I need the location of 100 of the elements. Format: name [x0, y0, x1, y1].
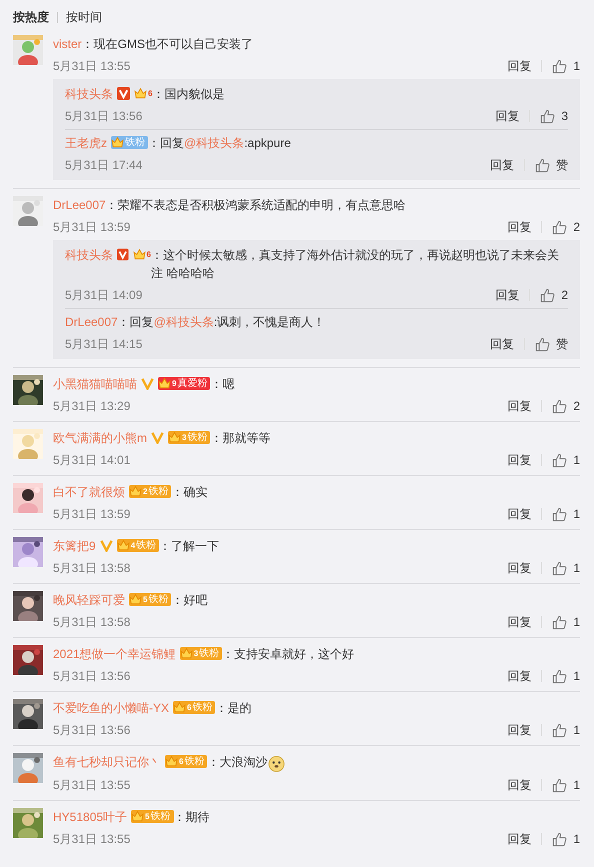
comment-text: ：回复@科技头条:apkpure [148, 135, 291, 152]
like-button[interactable]: 1 [552, 452, 580, 468]
crown-icon [111, 136, 124, 149]
like-button[interactable]: 赞 [535, 336, 568, 352]
level-number: 5 [143, 595, 148, 604]
thumbs-up-icon [552, 452, 568, 468]
comment-time: 5月31日 13:55 [53, 830, 130, 848]
comment-text: ：支持安卓就好，这个好 [222, 646, 354, 663]
thumbs-up-icon [552, 58, 568, 74]
reply-button[interactable]: 回复 [507, 614, 532, 630]
crown-icon [168, 431, 181, 444]
like-button[interactable]: 赞 [535, 156, 568, 174]
comment-time: 5月31日 14:01 [53, 452, 130, 468]
comment-time: 5月31日 13:59 [53, 218, 130, 236]
badge-label: 铁粉 [150, 810, 170, 822]
like-button[interactable]: 1 [552, 614, 580, 630]
crown-icon [158, 377, 171, 390]
like-button[interactable]: 2 [552, 220, 580, 234]
comment-text: ：回复@科技头条:讽刺，不愧是商人！ [118, 314, 326, 331]
comment-text: ：荣耀不表态是否积极鸿蒙系统适配的申明，有点意思哈 [106, 197, 406, 214]
level-number: 2 [143, 487, 148, 496]
sort-tab[interactable]: 按时间 [66, 9, 102, 26]
like-button[interactable]: 2 [540, 288, 568, 302]
badge-label: 铁粉 [148, 594, 168, 606]
comment-time: 5月31日 14:15 [65, 336, 142, 352]
comment-time: 5月31日 13:58 [53, 560, 130, 576]
thumbs-up-icon [535, 336, 550, 352]
comment-time: 5月31日 13:55 [53, 58, 130, 74]
reply-button[interactable]: 回复 [507, 776, 532, 794]
thumbs-up-icon [552, 722, 568, 738]
crown-icon [129, 593, 142, 606]
crown-icon [131, 810, 144, 823]
like-button[interactable]: 1 [552, 560, 580, 576]
comment-time: 5月31日 13:58 [53, 614, 130, 630]
badge-label: 铁粉 [184, 756, 204, 768]
reply-button[interactable]: 回复 [495, 286, 520, 304]
comment-time: 5月31日 14:09 [65, 286, 142, 304]
like-button[interactable]: 1 [552, 722, 580, 738]
comment-time: 5月31日 17:44 [65, 156, 142, 174]
comment-time: 5月31日 13:59 [53, 506, 130, 522]
comment-text: ：嗯 [210, 376, 234, 393]
reply-button[interactable]: 回复 [507, 398, 532, 414]
crown-icon [180, 647, 193, 660]
thumbs-up-icon [552, 832, 568, 846]
thumbs-up-icon [552, 668, 568, 684]
level-number: 6 [187, 703, 192, 712]
comment-text: ：大浪淘沙 [207, 754, 268, 771]
comment-time: 5月31日 13:56 [65, 108, 142, 124]
sort-tab[interactable]: 按热度 [13, 9, 49, 26]
reply-button[interactable]: 回复 [507, 560, 532, 576]
reply-button[interactable]: 回复 [495, 108, 520, 124]
reply-button[interactable]: 回复 [490, 156, 514, 174]
reply-button[interactable]: 回复 [507, 722, 532, 738]
badge-label: 铁粉 [136, 540, 156, 552]
like-button[interactable]: 2 [552, 398, 580, 414]
crown-icon [134, 87, 147, 100]
comment-text: ：国内貌似是 [152, 86, 224, 103]
reply-button[interactable]: 回复 [507, 218, 532, 236]
crown-icon [165, 755, 178, 768]
like-button[interactable]: 1 [552, 778, 580, 792]
reply-button[interactable]: 回复 [507, 830, 532, 848]
comment-time: 5月31日 13:29 [53, 398, 130, 414]
reply-button[interactable]: 回复 [490, 336, 514, 352]
reply-button[interactable]: 回复 [507, 452, 532, 468]
reply-button[interactable]: 回复 [507, 668, 532, 684]
like-button[interactable]: 3 [540, 108, 568, 124]
level-number: 6 [148, 89, 152, 98]
comment-time: 5月31日 13:55 [53, 776, 130, 794]
badge-label: 铁粉 [199, 648, 220, 660]
reply-button[interactable]: 回复 [507, 506, 532, 522]
comment-time: 5月31日 13:56 [53, 668, 130, 684]
crown-icon [132, 248, 146, 261]
level-number: 6 [179, 757, 184, 766]
thumbs-up-icon [552, 614, 568, 630]
like-button[interactable]: 1 [552, 832, 580, 846]
level-number: 5 [145, 812, 150, 821]
like-button[interactable]: 1 [552, 58, 580, 74]
level-number: 6 [146, 250, 151, 259]
comment-time: 5月31日 13:56 [53, 722, 130, 738]
badge-label: 铁粉 [148, 486, 168, 498]
crown-icon [173, 701, 186, 714]
badge-label: 真爱粉 [177, 378, 208, 390]
thumbs-up-icon [552, 220, 568, 234]
thumbs-up-icon [540, 288, 556, 302]
comment-text: ：这个时候太敏感，真支持了海外估计就没的玩了，再说赵明也说了未来会关注 哈哈哈哈 [150, 247, 560, 282]
comment-text: ：好吧 [171, 592, 208, 609]
like-button[interactable]: 1 [552, 668, 580, 684]
thumbs-up-icon [552, 778, 568, 792]
reply-button[interactable]: 回复 [507, 58, 532, 74]
thumbs-up-icon [552, 398, 568, 414]
crown-icon [129, 485, 142, 498]
thumbs-up-icon [540, 108, 556, 124]
comment-text: ：是的 [215, 700, 252, 717]
thumbs-up-icon [535, 158, 550, 172]
thumbs-up-icon [552, 506, 568, 522]
comment-text: ：期待 [174, 809, 210, 826]
comment-text: ：了解一下 [159, 538, 220, 555]
badge-label: 铁粉 [192, 702, 212, 714]
level-number: 9 [172, 379, 176, 388]
like-button[interactable]: 1 [552, 506, 580, 522]
